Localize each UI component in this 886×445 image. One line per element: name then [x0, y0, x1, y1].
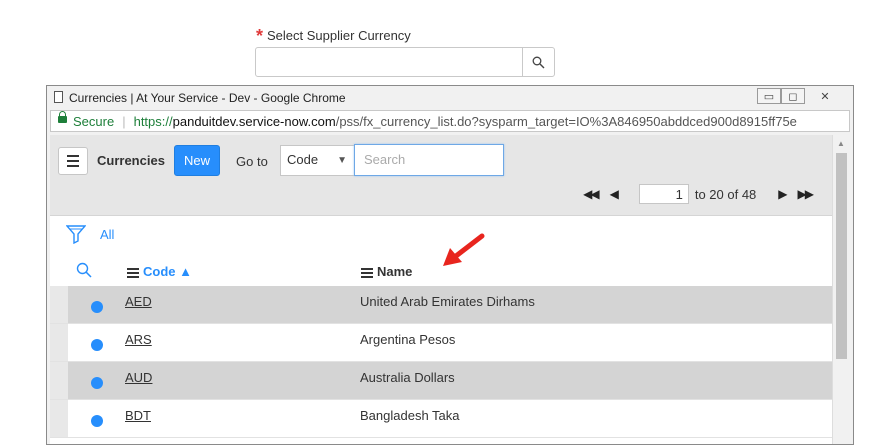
address-bar[interactable]: Secure | https://panduitdev.service-now.… [50, 110, 850, 132]
table-row[interactable]: AUD Australia Dollars [50, 362, 832, 400]
url-path: /pss/fx_currency_list.do?sysparm_target=… [335, 113, 797, 129]
filter-icon[interactable] [66, 224, 86, 244]
supplier-currency-input[interactable] [255, 47, 523, 77]
column-search-icon[interactable] [76, 262, 92, 278]
column-menu-icon[interactable] [361, 266, 373, 280]
new-button[interactable]: New [174, 145, 220, 176]
vertical-scrollbar[interactable]: ▲ [832, 135, 850, 444]
lock-icon [58, 111, 67, 123]
minimize-button[interactable]: ▭ [757, 88, 781, 104]
list-title: Currencies [97, 153, 165, 168]
row-gutter [50, 362, 68, 399]
required-mark: * [256, 26, 264, 46]
prev-page-icon[interactable]: ◀ [610, 187, 619, 201]
page-content: Currencies New Go to Code ▼ Search ◀◀ ◀ … [50, 135, 850, 444]
status-dot-icon [91, 377, 103, 389]
filter-breadcrumb-all[interactable]: All [100, 227, 114, 242]
column-menu-icon[interactable] [127, 266, 139, 280]
restore-button[interactable]: ◻ [781, 88, 805, 104]
row-name: Australia Dollars [360, 370, 455, 385]
column-header-code[interactable]: Code ▲ [127, 264, 192, 280]
field-label-text: Select Supplier Currency [267, 28, 411, 43]
close-button[interactable]: ✕ [805, 88, 845, 104]
close-icon: ✕ [820, 90, 830, 103]
goto-label: Go to [236, 154, 268, 169]
lookup-button[interactable] [522, 47, 555, 77]
status-dot-icon [91, 339, 103, 351]
search-icon [532, 56, 545, 68]
dropdown-caret-icon: ▼ [337, 155, 347, 166]
annotation-arrow-icon [443, 233, 485, 266]
column-name-label: Name [377, 264, 413, 279]
row-name: Bangladesh Taka [360, 408, 460, 423]
secure-label: Secure [73, 113, 115, 129]
window-controls: ▭ ◻ ✕ [757, 88, 845, 105]
page-icon [54, 91, 63, 103]
page-number-input[interactable]: 1 [638, 184, 689, 204]
list-header: Currencies New Go to Code ▼ Search ◀◀ ◀ … [50, 135, 832, 216]
list-menu-button[interactable] [58, 147, 88, 175]
next-page-icon[interactable]: ▶ [778, 187, 787, 201]
divider: | [122, 113, 126, 129]
search-input[interactable]: Search [354, 144, 504, 176]
goto-field-value: Code [287, 152, 319, 167]
table-row[interactable]: BDT Bangladesh Taka [50, 400, 832, 438]
field-label: * Select Supplier Currency [256, 24, 411, 46]
pagination: ◀◀ ◀ 1 to 20 of 48 ▶ ▶▶ [577, 183, 818, 205]
row-name: Argentina Pesos [360, 332, 456, 347]
table-row[interactable]: ARS Argentina Pesos [50, 324, 832, 362]
scrollbar-thumb[interactable] [836, 153, 847, 359]
status-dot-icon [91, 301, 103, 313]
restore-icon: ◻ [788, 90, 798, 103]
url-scheme: https:// [133, 113, 173, 129]
url-host: panduitdev.service-now.com [172, 113, 336, 129]
page-range-text: to 20 of 48 [694, 186, 757, 202]
column-code-label: Code [143, 264, 176, 279]
row-gutter [50, 400, 68, 437]
row-code-link[interactable]: BDT [125, 408, 151, 423]
last-page-icon[interactable]: ▶▶ [798, 187, 815, 201]
first-page-icon[interactable]: ◀◀ [583, 187, 600, 201]
row-code-link[interactable]: AED [125, 294, 152, 309]
minimize-icon: ▭ [763, 90, 775, 103]
row-code-link[interactable]: ARS [125, 332, 152, 347]
table-row[interactable]: AED United Arab Emirates Dirhams [50, 286, 832, 324]
row-gutter [50, 324, 68, 361]
column-header-name[interactable]: Name [361, 264, 412, 280]
row-code-link[interactable]: AUD [125, 370, 152, 385]
row-name: United Arab Emirates Dirhams [360, 294, 535, 309]
title-bar: Currencies | At Your Service - Dev - Goo… [47, 86, 853, 110]
list-body: AED United Arab Emirates Dirhams ARS Arg… [50, 286, 832, 438]
goto-field-select[interactable]: Code ▼ [280, 145, 355, 176]
status-dot-icon [91, 415, 103, 427]
row-gutter [50, 286, 68, 323]
scroll-up-icon[interactable]: ▲ [837, 139, 845, 148]
window-title: Currencies | At Your Service - Dev - Goo… [69, 91, 346, 105]
sort-asc-icon: ▲ [179, 264, 192, 279]
